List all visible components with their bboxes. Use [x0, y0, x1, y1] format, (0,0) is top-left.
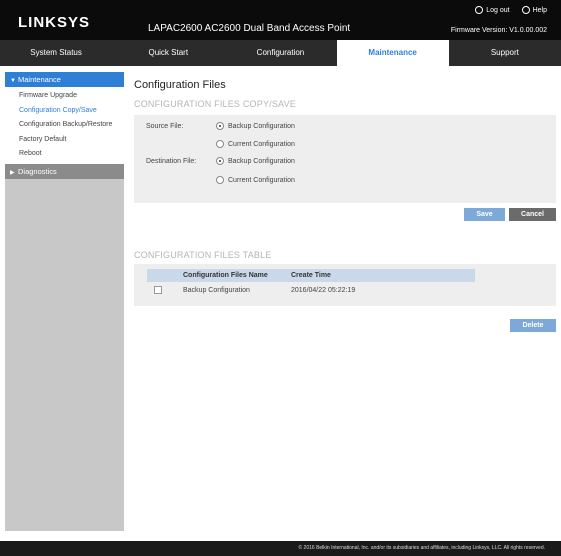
- caret-right-icon: ▶: [10, 169, 15, 176]
- cancel-button[interactable]: Cancel: [509, 208, 556, 221]
- table-panel: Configuration Files Name Create Time Bac…: [134, 264, 556, 306]
- column-header-time: Create Time: [288, 269, 475, 282]
- radio-label: Current Configuration: [228, 176, 295, 184]
- sidebar-item-reboot[interactable]: Reboot: [5, 147, 124, 162]
- destination-current-radio[interactable]: Current Configuration: [216, 176, 295, 184]
- source-backup-radio[interactable]: Backup Configuration: [216, 122, 295, 130]
- tab-support[interactable]: Support: [449, 40, 561, 66]
- help-link[interactable]: Help: [521, 6, 547, 14]
- copy-section-heading: CONFIGURATION FILES COPY/SAVE: [134, 99, 296, 109]
- sidebar-items: Firmware Upgrade Configuration Copy/Save…: [5, 87, 124, 164]
- source-file-label: Source File:: [146, 123, 184, 130]
- radio-icon: [216, 140, 224, 148]
- file-name-cell: Backup Configuration: [180, 282, 288, 299]
- top-links: Log out Help: [475, 6, 547, 14]
- sidebar-section-maintenance[interactable]: ▼ Maintenance: [5, 72, 124, 87]
- source-current-radio[interactable]: Current Configuration: [216, 140, 295, 148]
- radio-label: Backup Configuration: [228, 122, 295, 130]
- row-checkbox[interactable]: [154, 285, 162, 294]
- main-nav: System Status Quick Start Configuration …: [0, 40, 561, 66]
- logout-link[interactable]: Log out: [475, 6, 510, 14]
- sidebar-item-configuration-backup-restore[interactable]: Configuration Backup/Restore: [5, 118, 124, 133]
- configuration-files-table: Configuration Files Name Create Time Bac…: [147, 269, 475, 299]
- copy-panel: Source File: Backup Configuration Curren…: [134, 115, 556, 203]
- radio-icon: [216, 122, 224, 130]
- radio-label: Backup Configuration: [228, 157, 295, 165]
- table-row: Backup Configuration 2016/04/22 05:22:19: [147, 282, 475, 299]
- sidebar-item-configuration-copy-save[interactable]: Configuration Copy/Save: [5, 104, 124, 119]
- tab-configuration[interactable]: Configuration: [224, 40, 336, 66]
- firmware-version: Firmware Version: V1.0.00.002: [450, 27, 547, 34]
- sidebar-section-diagnostics[interactable]: ▶ Diagnostics: [5, 163, 124, 179]
- question-icon: [521, 6, 530, 14]
- sidebar-item-firmware-upgrade[interactable]: Firmware Upgrade: [5, 89, 124, 104]
- product-title: LAPAC2600 AC2600 Dual Band Access Point: [148, 23, 351, 34]
- caret-down-icon: ▼: [10, 78, 16, 84]
- destination-file-label: Destination File:: [146, 158, 197, 165]
- sidebar-item-factory-default[interactable]: Factory Default: [5, 133, 124, 148]
- row-select-cell: [147, 282, 180, 299]
- table-section-heading: CONFIGURATION FILES TABLE: [134, 250, 272, 260]
- power-icon: [475, 6, 484, 14]
- linksys-logo: LINKSYS: [18, 14, 91, 31]
- page-title: Configuration Files: [134, 79, 226, 91]
- header: LINKSYS LAPAC2600 AC2600 Dual Band Acces…: [0, 0, 561, 40]
- sidebar: ▼ Maintenance Firmware Upgrade Configurat…: [5, 72, 124, 531]
- column-header-name: Configuration Files Name: [180, 269, 288, 282]
- tab-system-status[interactable]: System Status: [0, 40, 112, 66]
- table-header-row: Configuration Files Name Create Time: [147, 269, 475, 282]
- tab-maintenance[interactable]: Maintenance: [336, 40, 449, 66]
- create-time-cell: 2016/04/22 05:22:19: [288, 282, 475, 299]
- select-column-header: [147, 269, 180, 282]
- radio-icon: [216, 176, 224, 184]
- radio-label: Current Configuration: [228, 140, 295, 148]
- main-content: Configuration Files CONFIGURATION FILES …: [134, 72, 556, 332]
- radio-icon: [216, 157, 224, 165]
- logout-label: Log out: [486, 6, 510, 14]
- help-label: Help: [532, 6, 547, 14]
- sidebar-section-label: Diagnostics: [18, 166, 57, 176]
- footer: © 2016 Belkin International, Inc. and/or…: [0, 541, 561, 556]
- sidebar-section-label: Maintenance: [18, 75, 61, 84]
- destination-backup-radio[interactable]: Backup Configuration: [216, 157, 295, 165]
- save-button[interactable]: Save: [464, 208, 505, 221]
- delete-button[interactable]: Delete: [510, 319, 556, 332]
- tab-quick-start[interactable]: Quick Start: [112, 40, 224, 66]
